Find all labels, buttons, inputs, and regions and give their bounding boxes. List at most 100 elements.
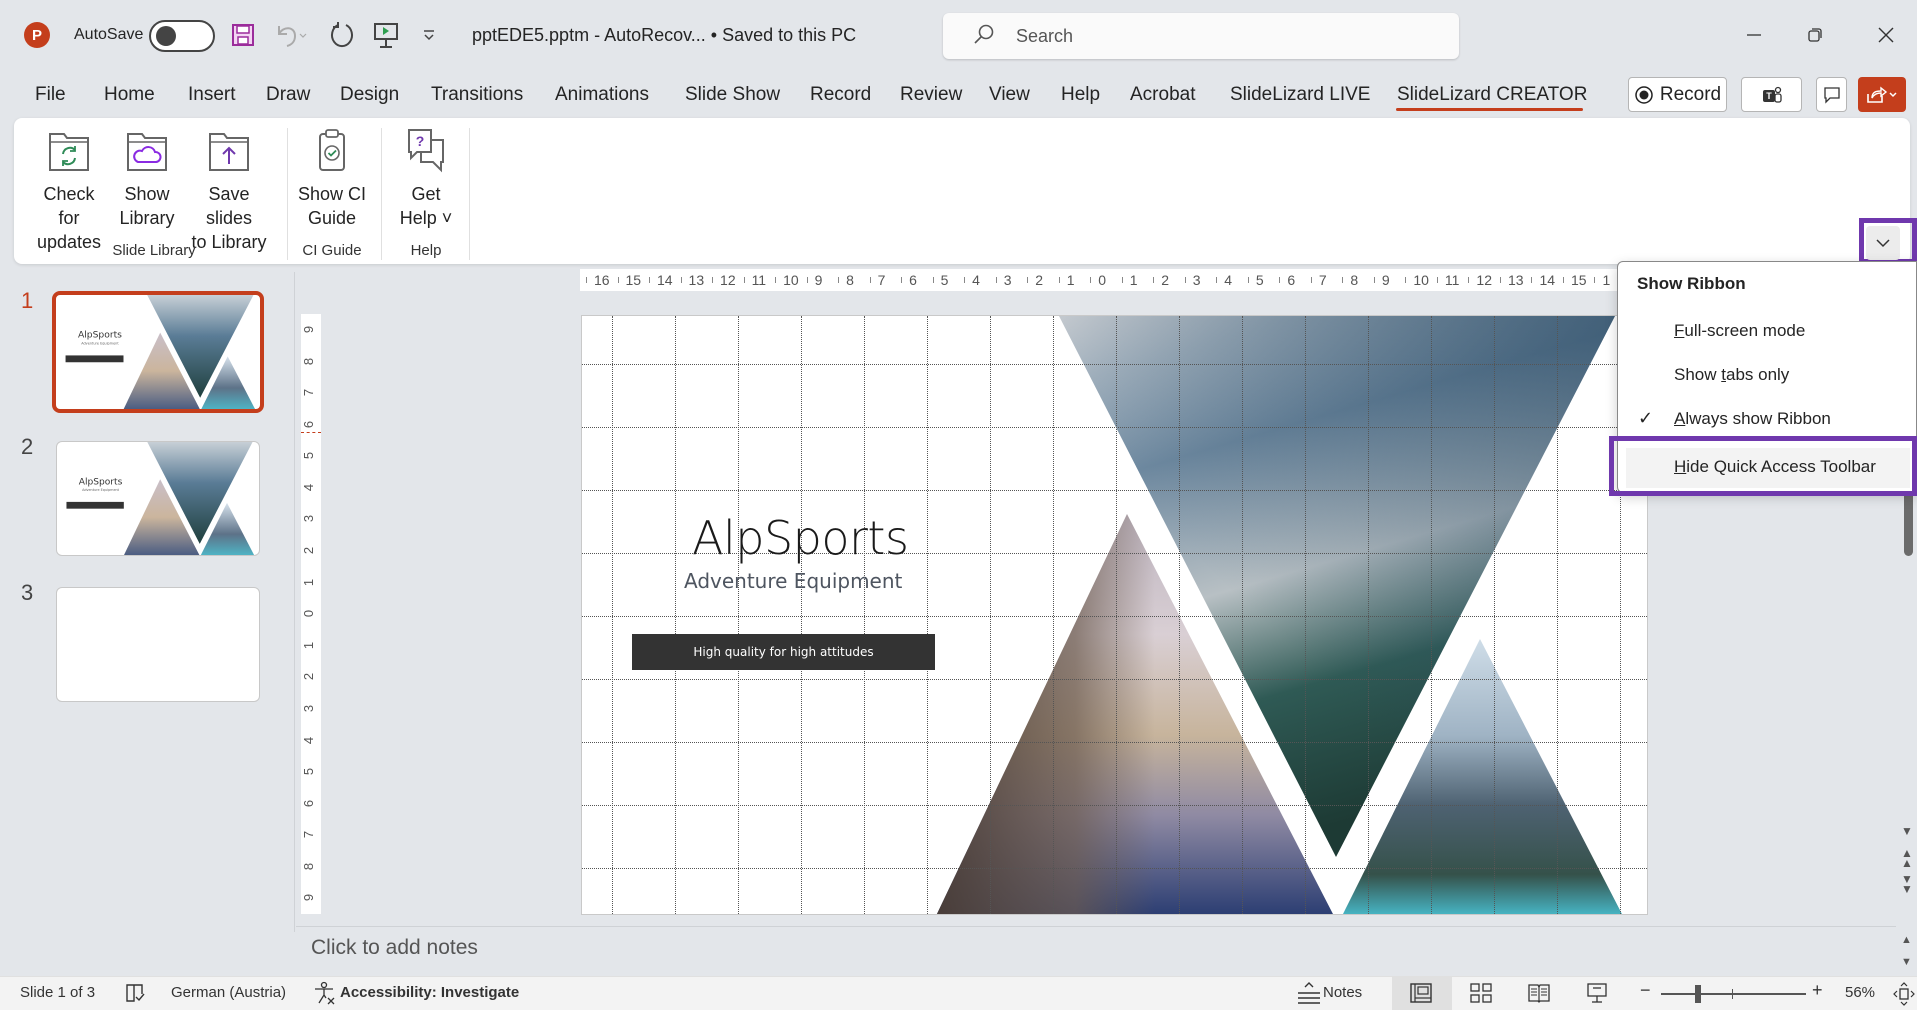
document-title: pptEDE5.pptm - AutoRecov... • Saved to t… bbox=[472, 25, 857, 45]
tab-animations[interactable]: Animations bbox=[555, 84, 649, 106]
record-label: Record bbox=[1659, 83, 1722, 105]
slide-thumbnail-1[interactable]: AlpSports Adventure Equipment bbox=[52, 291, 264, 413]
ruler-tick-label: 5 bbox=[940, 272, 949, 288]
slide-title[interactable]: AlpSports bbox=[692, 511, 909, 565]
ruler-tick bbox=[1058, 277, 1060, 283]
ruler-tick bbox=[806, 277, 808, 283]
status-bar: Slide 1 of 3 German (Austria) Accessibil… bbox=[0, 976, 1917, 1010]
ruler-tick bbox=[1090, 277, 1092, 283]
ruler-tick-label: 12 bbox=[720, 272, 736, 288]
ruler-tick-label: 6 bbox=[301, 420, 317, 428]
ruler-tick-label: 2 bbox=[1161, 272, 1170, 288]
tab-home[interactable]: Home bbox=[104, 84, 155, 106]
check-for-updates-button[interactable]: Check for updates bbox=[34, 126, 104, 254]
notes-scroll-down-icon[interactable]: ▼ bbox=[1901, 956, 1912, 968]
spellcheck-book-icon[interactable] bbox=[124, 982, 146, 1008]
tab-help[interactable]: Help bbox=[1061, 84, 1100, 106]
svg-text:Adventure Equipment: Adventure Equipment bbox=[81, 341, 119, 345]
slide-subtitle[interactable]: Adventure Equipment bbox=[684, 569, 902, 593]
share-button[interactable] bbox=[1858, 77, 1906, 112]
thumb-title: AlpSports bbox=[78, 331, 122, 341]
scrollbar-thumb[interactable] bbox=[1904, 490, 1913, 556]
slide-thumbnail-3[interactable] bbox=[56, 587, 260, 702]
autosave-toggle[interactable] bbox=[149, 20, 215, 52]
accessibility-icon[interactable] bbox=[312, 981, 336, 1009]
ribbon-separator bbox=[469, 128, 470, 260]
ruler-tick bbox=[1562, 277, 1564, 283]
horizontal-ruler[interactable]: 16 15 14 13 12 11 10 9 8 7 6 5 4 3 2 1 0 1 2 3 4 5 6 7 8 9 10 11 12 1… bbox=[580, 269, 1620, 291]
ruler-tick-label: 6 bbox=[909, 272, 917, 288]
record-button[interactable]: Record bbox=[1628, 77, 1727, 112]
ruler-tick-label: 4 bbox=[972, 272, 980, 288]
notes-divider bbox=[296, 926, 1896, 927]
accessibility-status[interactable]: Accessibility: Investigate bbox=[340, 984, 519, 1001]
slide-counter[interactable]: Slide 1 of 3 bbox=[20, 984, 95, 1001]
zoom-percent[interactable]: 56% bbox=[1845, 984, 1875, 1001]
save-slides-to-library-button[interactable]: Save slides to Library bbox=[184, 126, 274, 254]
notes-input[interactable]: Click to add notes bbox=[311, 936, 478, 960]
zoom-in-button[interactable]: + bbox=[1812, 980, 1823, 1001]
start-slideshow-icon[interactable] bbox=[370, 20, 402, 50]
show-library-button[interactable]: Show Library bbox=[117, 126, 177, 230]
menu-item-show-tabs-only[interactable]: Show tabs only bbox=[1618, 356, 1916, 396]
ruler-tick-label: 13 bbox=[1507, 272, 1524, 288]
menu-item-full-screen-mode[interactable]: Full-screen mode bbox=[1618, 312, 1916, 352]
vertical-ruler[interactable]: 9 8 7 6 5 4 3 2 1 0 1 2 3 4 5 6 7 8 9 bbox=[301, 314, 321, 914]
teams-button[interactable]: T bbox=[1741, 77, 1802, 112]
tab-review[interactable]: Review bbox=[900, 84, 962, 106]
gridlines bbox=[582, 316, 1647, 914]
ruler-tick bbox=[1121, 277, 1123, 283]
customize-qat-icon[interactable] bbox=[418, 20, 440, 50]
language-indicator[interactable]: German (Austria) bbox=[171, 984, 286, 1001]
slide-sorter-icon[interactable] bbox=[1470, 983, 1492, 1007]
tab-transitions[interactable]: Transitions bbox=[431, 84, 523, 106]
save-icon[interactable] bbox=[228, 20, 258, 50]
search-input[interactable]: Search bbox=[943, 13, 1459, 59]
menu-item-always-show-ribbon[interactable]: ✓ Always show Ribbon bbox=[1618, 400, 1916, 440]
comments-button[interactable] bbox=[1816, 77, 1847, 112]
previous-slide-icon[interactable]: ▲ ▲ bbox=[1901, 847, 1913, 869]
gridline-horizontal bbox=[582, 679, 1647, 680]
get-help-button[interactable]: ? Get Help ˅ bbox=[391, 126, 461, 230]
ruler-tick-label: 2 bbox=[301, 546, 317, 555]
tab-design[interactable]: Design bbox=[340, 84, 399, 106]
tab-slidelizard-live[interactable]: SlideLizard LIVE bbox=[1230, 84, 1370, 106]
tab-draw[interactable]: Draw bbox=[266, 84, 310, 106]
tab-insert[interactable]: Insert bbox=[188, 84, 236, 106]
slide-canvas[interactable]: AlpSports Adventure Equipment High quali… bbox=[581, 315, 1648, 915]
notes-button[interactable]: Notes bbox=[1323, 984, 1362, 1001]
redo-icon[interactable] bbox=[325, 20, 359, 50]
panel-divider bbox=[294, 272, 295, 932]
reading-view-icon[interactable] bbox=[1528, 983, 1550, 1007]
minimize-icon[interactable] bbox=[1734, 20, 1774, 50]
show-ci-guide-button[interactable]: Show CI Guide bbox=[297, 126, 367, 230]
powerpoint-logo-icon[interactable]: P bbox=[24, 22, 50, 48]
undo-icon[interactable] bbox=[270, 20, 310, 50]
tab-slide-show[interactable]: Slide Show bbox=[685, 84, 780, 106]
zoom-slider[interactable] bbox=[1661, 985, 1806, 1003]
ribbon-display-options-button[interactable] bbox=[1866, 226, 1900, 260]
tab-slidelizard-creator[interactable]: SlideLizard CREATOR bbox=[1397, 84, 1587, 106]
zoom-slider-thumb[interactable] bbox=[1695, 985, 1702, 1003]
notes-scroll-up-icon[interactable]: ▲ bbox=[1901, 934, 1912, 946]
zoom-out-button[interactable]: − bbox=[1640, 980, 1651, 1001]
ruler-tick bbox=[1184, 277, 1186, 283]
notes-toggle-icon[interactable] bbox=[1296, 981, 1322, 1009]
record-icon bbox=[1635, 85, 1653, 104]
slide-banner[interactable]: High quality for high attitudes bbox=[632, 634, 935, 670]
slide-thumbnail-2[interactable]: AlpSports Adventure Equipment bbox=[56, 441, 260, 556]
slide-number: 1 bbox=[21, 288, 34, 313]
scroll-down-icon[interactable]: ▼ bbox=[1901, 824, 1913, 838]
ruler-tick-label: 15 bbox=[1570, 272, 1587, 288]
tab-record[interactable]: Record bbox=[810, 84, 871, 106]
close-icon[interactable] bbox=[1866, 20, 1906, 50]
next-slide-icon[interactable]: ▼ ▼ bbox=[1901, 873, 1913, 895]
ruler-tick-label: 9 bbox=[301, 325, 317, 334]
normal-view-icon[interactable] bbox=[1410, 983, 1432, 1007]
slideshow-view-icon[interactable] bbox=[1587, 982, 1607, 1008]
tab-view[interactable]: View bbox=[989, 84, 1030, 106]
tab-file[interactable]: File bbox=[35, 84, 66, 106]
tab-acrobat[interactable]: Acrobat bbox=[1130, 84, 1195, 106]
fit-to-window-icon[interactable] bbox=[1893, 982, 1915, 1010]
restore-icon[interactable] bbox=[1795, 20, 1835, 50]
